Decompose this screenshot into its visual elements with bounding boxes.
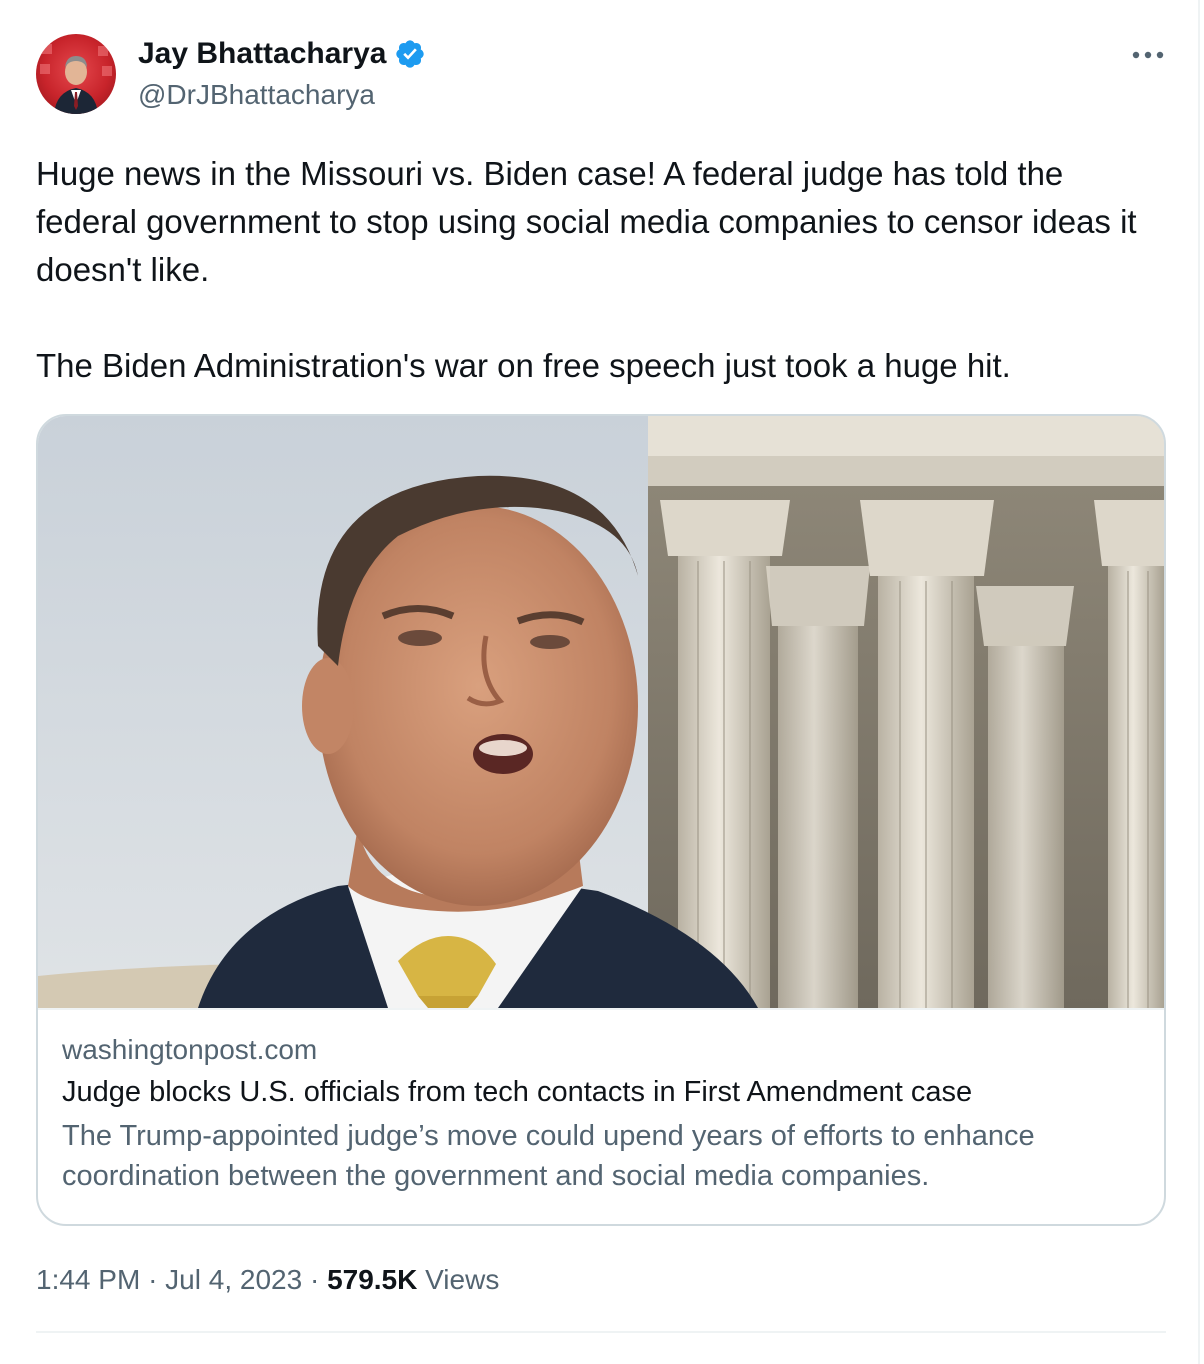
tweet-meta: 1:44 PM · Jul 4, 2023 · 579.5K Views [36,1262,499,1298]
avatar[interactable] [36,34,116,114]
views-link[interactable]: 579.5K Views [327,1264,499,1295]
tweet-time-link[interactable]: 1:44 PM · Jul 4, 2023 [36,1264,302,1295]
tweet[interactable]: Jay Bhattacharya @DrJBhattacharya Huge n… [0,0,1200,1364]
tweet-paragraph: The Biden Administration's war on free s… [36,347,1011,384]
divider [36,1331,1166,1333]
avatar-image [40,44,112,114]
views-count: 579.5K [327,1264,418,1295]
verified-badge-icon[interactable] [394,38,426,70]
meta-separator: · [148,1264,158,1295]
author-handle[interactable]: @DrJBhattacharya [138,78,375,112]
tweet-time: 1:44 PM [36,1264,141,1295]
tweet-paragraph: Huge news in the Missouri vs. Biden case… [36,155,1137,288]
more-horizontal-icon[interactable] [1128,40,1168,70]
link-card[interactable]: washingtonpost.com Judge blocks U.S. off… [36,414,1166,1226]
card-title: Judge blocks U.S. officials from tech co… [62,1076,973,1108]
card-image[interactable] [38,416,1164,1008]
card-info[interactable]: washingtonpost.com Judge blocks U.S. off… [38,1008,1164,1224]
views-label: Views [425,1264,500,1295]
author-name[interactable]: Jay Bhattacharya [138,36,386,72]
tweet-text: Huge news in the Missouri vs. Biden case… [36,150,1156,390]
card-description: The Trump-appointed judge’s move could u… [62,1120,1035,1192]
tweet-date: Jul 4, 2023 [165,1264,303,1295]
meta-separator: · [309,1264,320,1295]
card-domain: washingtonpost.com [62,1034,318,1065]
